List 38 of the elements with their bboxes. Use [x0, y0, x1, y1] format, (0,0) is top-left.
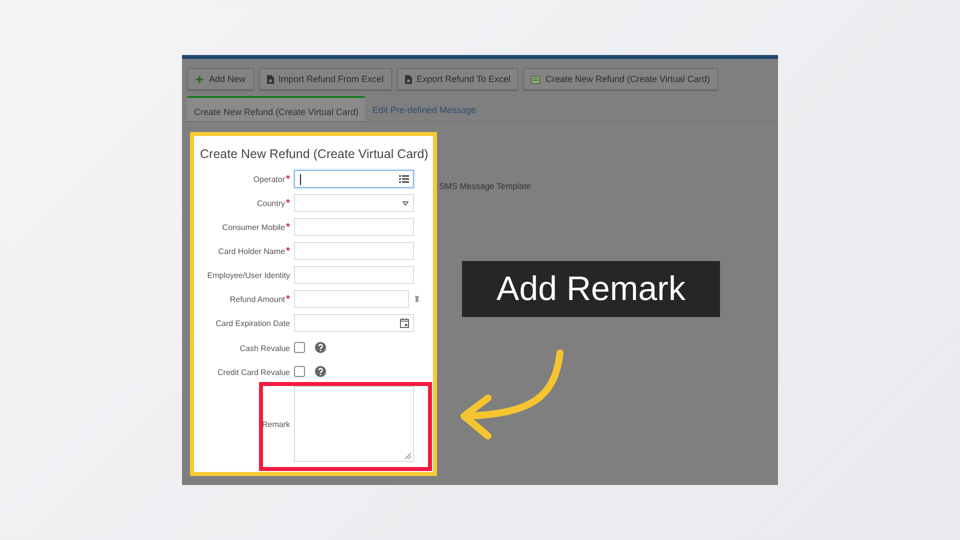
- field-label: Country: [256, 198, 285, 208]
- caret-icon[interactable]: [402, 200, 409, 206]
- toolbar-button[interactable]: Create New Refund (Create Virtual Card): [523, 68, 718, 90]
- callout-label: Add Remark: [462, 261, 720, 317]
- help-icon[interactable]: [315, 366, 326, 376]
- checkbox[interactable]: [294, 366, 305, 376]
- input-field[interactable]: [294, 170, 414, 188]
- resize-handle-icon: [405, 453, 411, 459]
- toolbar-button[interactable]: Export Refund To Excel: [396, 68, 518, 90]
- field-label: Credit Card Revalue: [216, 368, 290, 376]
- calendar-icon[interactable]: [400, 318, 409, 328]
- input-field[interactable]: [294, 290, 409, 308]
- trash-icon[interactable]: [415, 296, 419, 302]
- plus-icon: [195, 74, 204, 84]
- field-label: Consumer Mobile: [222, 222, 285, 232]
- field-label: Refund Amount: [230, 294, 285, 304]
- card-icon: [531, 74, 540, 84]
- field-label: Operator: [253, 174, 285, 184]
- form-title: Create New Refund (Create Virtual Card): [199, 146, 430, 161]
- field-label: Cash Revalue: [238, 344, 290, 352]
- help-icon[interactable]: [315, 342, 326, 352]
- field-label: Card Expiration Date: [214, 318, 290, 328]
- list-icon[interactable]: [399, 175, 409, 183]
- document-icon: [404, 74, 412, 84]
- tab[interactable]: Edit Pre-defined Message: [365, 96, 483, 121]
- document-icon: [266, 74, 274, 84]
- tab[interactable]: Create New Refund (Create Virtual Card): [187, 96, 366, 121]
- field-label: Employee/User Identity: [206, 270, 290, 280]
- text-cursor: [300, 174, 301, 185]
- input-field[interactable]: [294, 266, 414, 284]
- field-label: Card Holder Name: [218, 246, 285, 256]
- input-field[interactable]: [294, 242, 414, 260]
- field-label: SMS Message Template: [439, 181, 531, 191]
- input-field[interactable]: [294, 218, 414, 236]
- toolbar-button[interactable]: Add New: [187, 68, 254, 90]
- input-field[interactable]: [294, 314, 414, 332]
- checkbox[interactable]: [294, 342, 305, 352]
- toolbar-button[interactable]: Import Refund From Excel: [258, 68, 392, 90]
